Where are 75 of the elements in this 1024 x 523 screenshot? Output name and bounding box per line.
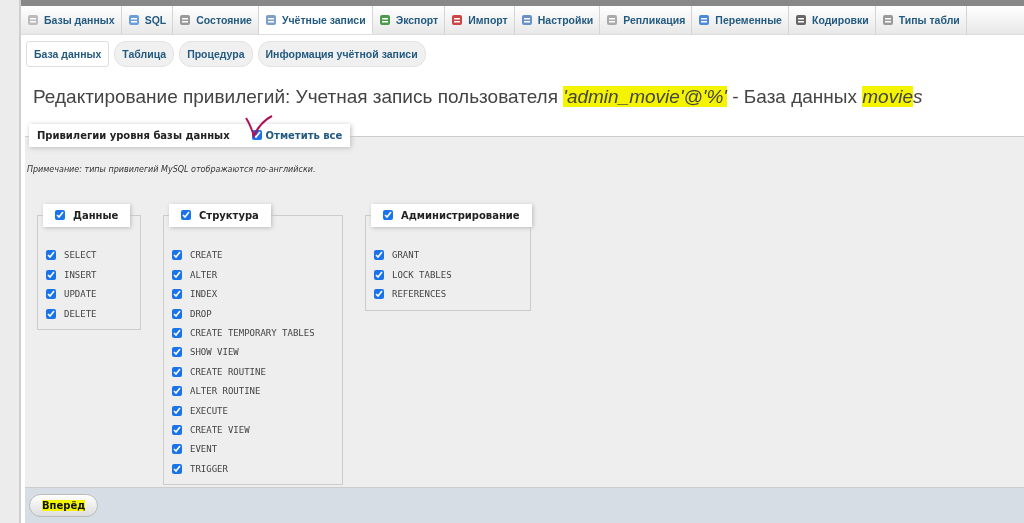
note-text: Примечание: типы привилегий MySQL отображаются по-английски. [27,164,317,174]
nav-tab[interactable]: Репликация [600,6,693,34]
legend-text: Привилегии уровня базы данных [37,129,230,141]
privilege-checkbox[interactable] [172,386,182,397]
privilege-label[interactable]: UPDATE [64,289,97,300]
tab-icon [127,14,140,26]
group-checkbox[interactable] [55,210,65,221]
privilege-checkbox[interactable] [172,347,182,358]
group-label[interactable]: Администрирование [401,209,520,221]
privilege-label[interactable]: ALTER [190,269,218,280]
nav-tab[interactable]: Импорт [445,6,515,34]
privilege-checkbox[interactable] [172,444,182,455]
privilege-checkbox[interactable] [374,250,384,261]
privilege-checkbox[interactable] [374,269,384,280]
privilege-checkbox[interactable] [172,269,182,280]
check-all-label[interactable]: Отметить все [265,129,343,141]
group-label[interactable]: Данные [73,209,119,221]
privilege-label[interactable]: INDEX [190,289,218,300]
check-all-checkbox[interactable] [251,130,262,141]
tab-icon [378,14,391,26]
privilege-label[interactable]: REFERENCES [392,289,447,300]
privilege-label[interactable]: GRANT [392,250,420,261]
privilege-checkbox[interactable] [172,424,182,435]
privilege-checkbox[interactable] [172,289,182,300]
privilege-label[interactable]: EXECUTE [190,405,228,416]
tab-icon [606,14,619,26]
tab-icon [794,14,807,26]
privilege-label[interactable]: SHOW VIEW [190,347,239,358]
privilege-checkbox[interactable] [172,463,182,474]
group-checkbox[interactable] [181,210,191,221]
privilege-label[interactable]: EVENT [190,444,218,455]
group-checkbox[interactable] [383,210,393,221]
privilege-label[interactable]: ALTER ROUTINE [190,386,261,397]
privilege-label[interactable]: CREATE [190,250,223,261]
privilege-label[interactable]: CREATE VIEW [190,424,250,435]
nav-tab[interactable]: Кодировки [788,6,876,34]
sub-tab[interactable]: Информация учётной записи [257,41,426,67]
group-label[interactable]: Структура [199,209,259,221]
privilege-label[interactable]: DROP [190,308,212,319]
nav-tab[interactable]: Экспорт [372,6,446,34]
tab-icon [27,14,39,26]
privilege-label[interactable]: SELECT [64,250,97,261]
nav-tab[interactable]: Состояние [173,6,259,34]
privilege-checkbox[interactable] [172,327,182,338]
privilege-label[interactable]: DELETE [64,308,97,319]
submit-button[interactable]: Вперёд [29,494,99,517]
privilege-checkbox[interactable] [172,250,182,261]
privilege-label[interactable]: LOCK TABLES [392,269,452,280]
tab-icon [264,13,277,26]
nav-tab[interactable]: Настройки [514,6,601,34]
privilege-checkbox[interactable] [172,366,182,377]
sub-tab[interactable]: Процедура [179,41,253,67]
tab-icon [179,14,192,26]
privilege-checkbox[interactable] [46,289,56,300]
privilege-label[interactable]: TRIGGER [190,463,228,474]
privilege-checkbox[interactable] [172,405,182,416]
privilege-label[interactable]: CREATE TEMPORARY TABLES [190,327,315,338]
privilege-label[interactable]: CREATE ROUTINE [190,366,266,377]
nav-tab[interactable]: Учётные записи [258,6,373,34]
nav-tab[interactable]: Типы табли [875,6,967,34]
privilege-checkbox[interactable] [374,289,384,300]
nav-tab[interactable]: SQL [121,6,174,34]
privilege-checkbox[interactable] [172,308,182,319]
nav-tab[interactable]: Базы данных [21,6,122,34]
tab-icon [698,14,711,26]
tab-icon [881,14,894,26]
sub-tab[interactable]: База данных [26,41,110,67]
tab-icon [520,14,533,26]
privilege-checkbox[interactable] [46,250,56,261]
privilege-checkbox[interactable] [46,308,56,319]
privilege-checkbox[interactable] [46,269,56,280]
sub-tab[interactable]: Таблица [114,41,175,67]
tab-icon [451,14,464,26]
nav-tab[interactable]: Переменные [692,6,789,34]
privilege-label[interactable]: INSERT [64,269,97,280]
